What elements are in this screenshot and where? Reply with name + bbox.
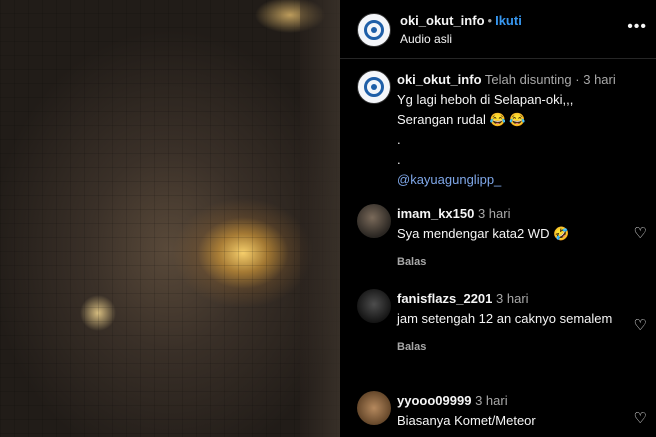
caption-line: . xyxy=(397,132,401,147)
comment-item: imam_kx150 3 hari Sya mendengar kata2 WD… xyxy=(357,204,647,268)
account-avatar[interactable] xyxy=(357,13,391,47)
comment-time: 3 hari xyxy=(496,291,529,306)
comment-time: 3 hari xyxy=(477,206,511,221)
comment-item: yyooo09999 3 hari Biasanya Komet/Meteor … xyxy=(357,391,647,431)
caption-line: Yg lagi heboh di Selapan-oki,,, xyxy=(397,92,574,107)
caption-avatar[interactable] xyxy=(357,70,391,104)
comment-username[interactable]: imam_kx150 xyxy=(397,206,474,221)
caption-username[interactable]: oki_okut_info xyxy=(397,72,482,87)
logo-icon xyxy=(364,77,384,97)
header-username[interactable]: oki_okut_info xyxy=(400,13,485,28)
commenter-avatar[interactable] xyxy=(357,289,391,323)
comment-text: Sya mendengar kata2 WD 🤣 xyxy=(397,226,570,241)
heart-icon[interactable]: ♡ xyxy=(634,409,647,427)
video-pole xyxy=(300,0,340,437)
commenter-avatar[interactable] xyxy=(357,204,391,238)
caption-dot: · xyxy=(575,72,580,87)
post-video[interactable] xyxy=(0,0,340,437)
heart-icon[interactable]: ♡ xyxy=(634,316,647,334)
header-divider xyxy=(340,58,656,59)
reply-button[interactable]: Balas xyxy=(397,256,647,268)
more-options-icon[interactable]: ••• xyxy=(627,18,647,36)
post-header: oki_okut_info • Ikuti Audio asli ••• xyxy=(357,12,647,48)
comments-panel: oki_okut_info • Ikuti Audio asli ••• oki_o… xyxy=(340,0,656,437)
caption-line: . xyxy=(397,152,401,167)
follow-button[interactable]: Ikuti xyxy=(495,13,522,28)
edited-label: Telah disunting xyxy=(484,72,572,87)
caption-time: 3 hari xyxy=(583,72,616,87)
comment-text: jam setengah 12 an caknyo semalem xyxy=(397,311,613,326)
reply-button[interactable]: Balas xyxy=(397,341,647,353)
comment-item: fanisflazs_2201 3 hari jam setengah 12 a… xyxy=(357,289,647,353)
commenter-avatar[interactable] xyxy=(357,391,391,425)
comment-text: Biasanya Komet/Meteor xyxy=(397,413,536,428)
caption-line: Serangan rudal 😂 😂 xyxy=(397,112,526,127)
audio-link[interactable]: Audio asli xyxy=(400,32,522,47)
logo-icon xyxy=(364,20,384,40)
comment-time: 3 hari xyxy=(475,393,508,408)
heart-icon[interactable]: ♡ xyxy=(634,224,647,242)
header-separator: • xyxy=(487,13,493,28)
caption-mention[interactable]: @kayuagunglipp_ xyxy=(397,170,647,190)
post-caption: oki_okut_info Telah disunting · 3 hari Y… xyxy=(357,70,647,190)
comment-username[interactable]: yyooo09999 xyxy=(397,393,471,408)
comment-username[interactable]: fanisflazs_2201 xyxy=(397,291,492,306)
